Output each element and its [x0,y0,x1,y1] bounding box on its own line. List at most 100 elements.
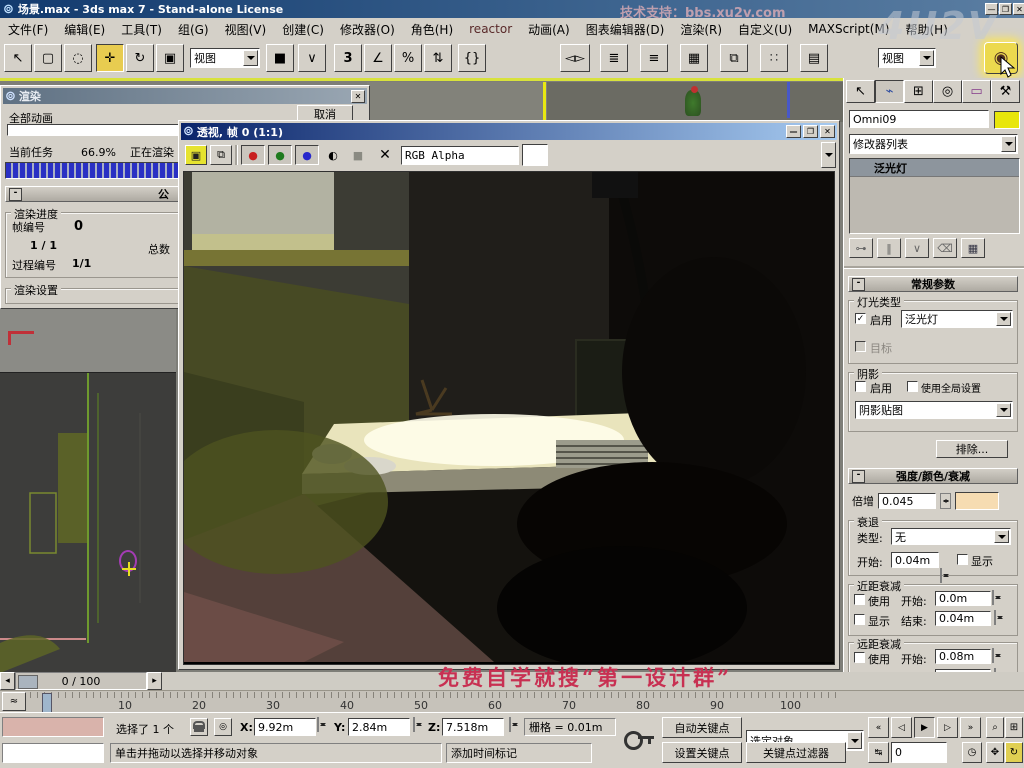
far-use-checkbox[interactable] [854,652,865,663]
menu-create[interactable]: 创建(C) [274,21,332,38]
render-type-dropdown[interactable]: 视图 [878,48,936,68]
show-end-result-button[interactable]: ‖ [877,238,901,258]
near-use-checkbox[interactable] [854,594,865,605]
y-spinner[interactable] [413,717,415,732]
percent-snap-button[interactable]: % [394,44,422,72]
light-color-swatch[interactable] [955,492,999,510]
zoom-extents-button[interactable]: ⊞ [1005,717,1023,738]
light-type-dropdown[interactable]: 泛光灯 [901,310,1013,328]
selection-filter-button[interactable]: ◌ [64,44,92,72]
near-start-field[interactable]: 0.0m [935,591,991,606]
coordsys-dropdown-icon[interactable] [243,50,258,66]
time-config-button[interactable]: ◷ [962,742,982,763]
select-manipulate-button[interactable]: ∨ [298,44,326,72]
target-checkbox[interactable] [855,341,866,352]
decay-type-arrow-icon[interactable] [994,530,1009,543]
clear-button[interactable]: ✕ [372,145,398,165]
decay-type-dropdown[interactable]: 无 [891,528,1011,545]
menu-rendering[interactable]: 渲染(R) [672,21,730,38]
time-slider[interactable]: 0 / 100 [15,672,147,690]
track-frame-marker[interactable] [42,693,52,713]
decay-start-field[interactable]: 0.04m [891,552,939,568]
render-window-titlebar[interactable]: ⊚ 透视, 帧 0 (1:1) — ❐ ✕ [181,123,837,140]
material-editor-button[interactable]: ∷ [760,44,788,72]
align-button[interactable]: ≣ [600,44,628,72]
use-global-checkbox[interactable] [907,381,918,392]
make-unique-button[interactable]: ∨ [905,238,929,258]
tab-motion[interactable]: ◎ [933,80,962,103]
object-color-swatch[interactable] [994,111,1020,129]
select-rotate-button[interactable]: ↻ [126,44,154,72]
light-type-arrow-icon[interactable] [996,312,1011,326]
viewport-left-bottom[interactable] [0,372,176,673]
angle-snap-button[interactable]: ∠ [364,44,392,72]
shadow-type-arrow-icon[interactable] [996,403,1011,417]
menu-animation[interactable]: 动画(A) [520,21,578,38]
absolute-offset-toggle[interactable]: ◎ [214,718,232,736]
select-move-button[interactable]: ✛ [96,44,124,72]
tab-create[interactable]: ↖ [846,80,875,103]
menu-customize[interactable]: 自定义(U) [730,21,800,38]
go-start-button[interactable]: « [868,717,889,738]
color-swatch[interactable] [522,144,548,166]
go-end-button[interactable]: » [960,717,981,738]
select-object-button[interactable]: ↖ [4,44,32,72]
snap-toggle-button[interactable]: 3 [334,44,362,72]
render-dialog-titlebar[interactable]: ⊚ 渲染 ✕ [3,88,367,104]
menu-modifiers[interactable]: 修改器(O) [332,21,403,38]
stack-item-omni[interactable]: 泛光灯 [850,159,1019,177]
y-coordinate-field[interactable]: 2.84m [348,718,410,736]
render-scene-button[interactable]: ▤ [800,44,828,72]
near-end-spinner[interactable] [994,610,996,625]
modifier-list-dropdown[interactable]: 修改器列表 [849,134,1018,154]
maximize-button[interactable]: ❐ [999,3,1012,15]
menu-character[interactable]: 角色(H) [403,21,461,38]
viewport-top-strip[interactable] [367,82,843,122]
exclude-button[interactable]: 排除... [936,440,1008,458]
mono-channel-button[interactable]: ◐ [322,145,344,165]
tab-utilities[interactable]: ⚒ [991,80,1020,103]
time-slider-left-button[interactable]: ◂ [0,672,15,690]
menu-views[interactable]: 视图(V) [217,21,275,38]
track-bar[interactable]: ≈ 10 20 30 40 50 60 70 80 90 100 [0,690,1024,713]
green-channel-button[interactable]: ● [268,145,292,165]
intensity-rollout[interactable]: - 强度/颜色/衰减 [848,468,1018,484]
reference-coordsys-dropdown[interactable]: 视图 [190,48,260,68]
blue-channel-button[interactable]: ● [295,145,319,165]
set-key-button[interactable]: 设置关键点 [662,742,742,763]
selection-lock-button[interactable] [190,718,208,736]
channel-display-dropdown[interactable]: RGB Alpha [401,142,836,168]
x-coordinate-field[interactable]: 9.92m [254,718,316,736]
red-channel-button[interactable]: ● [241,145,265,165]
configure-stack-button[interactable]: ▦ [961,238,985,258]
remove-modifier-button[interactable]: ⌫ [933,238,957,258]
curve-editor-button[interactable]: ▦ [680,44,708,72]
far-start-field[interactable]: 0.08m [935,649,991,664]
pan-button[interactable]: ✥ [986,742,1004,763]
enable-light-checkbox[interactable]: ✓ [855,313,866,324]
clone-window-button[interactable]: ⧉ [210,145,232,165]
menu-group[interactable]: 组(G) [170,21,217,38]
far-start-spinner[interactable] [992,648,994,663]
near-end-field[interactable]: 0.04m [935,611,991,626]
time-slider-handle[interactable] [18,675,38,689]
spinner-snap-button[interactable]: ⇅ [424,44,452,72]
z-coordinate-field[interactable]: 7.518m [442,718,504,736]
time-slider-right-button[interactable]: ▸ [147,672,162,690]
zoom-nav-button[interactable]: ⌕ [986,717,1004,738]
modifier-stack[interactable]: 泛光灯 [849,158,1020,234]
decay-start-spinner[interactable] [940,568,942,583]
schematic-view-button[interactable]: ⧉ [720,44,748,72]
decay-show-checkbox[interactable] [957,554,968,565]
near-start-spinner[interactable] [992,590,994,605]
current-frame-field[interactable]: 0 [891,742,947,763]
menu-file[interactable]: 文件(F) [0,21,56,38]
x-spinner[interactable] [317,717,319,732]
key-mode-toggle[interactable]: ↹ [868,742,889,763]
time-tag-field[interactable]: 添加时间标记 [446,743,592,763]
save-bitmap-button[interactable]: ▣ [185,145,207,165]
tab-display[interactable]: ▭ [962,80,991,103]
viewport-left-top[interactable] [0,306,176,373]
render-dialog-close-button[interactable]: ✕ [351,89,365,103]
mirror-button[interactable]: ◅▻ [560,44,590,72]
